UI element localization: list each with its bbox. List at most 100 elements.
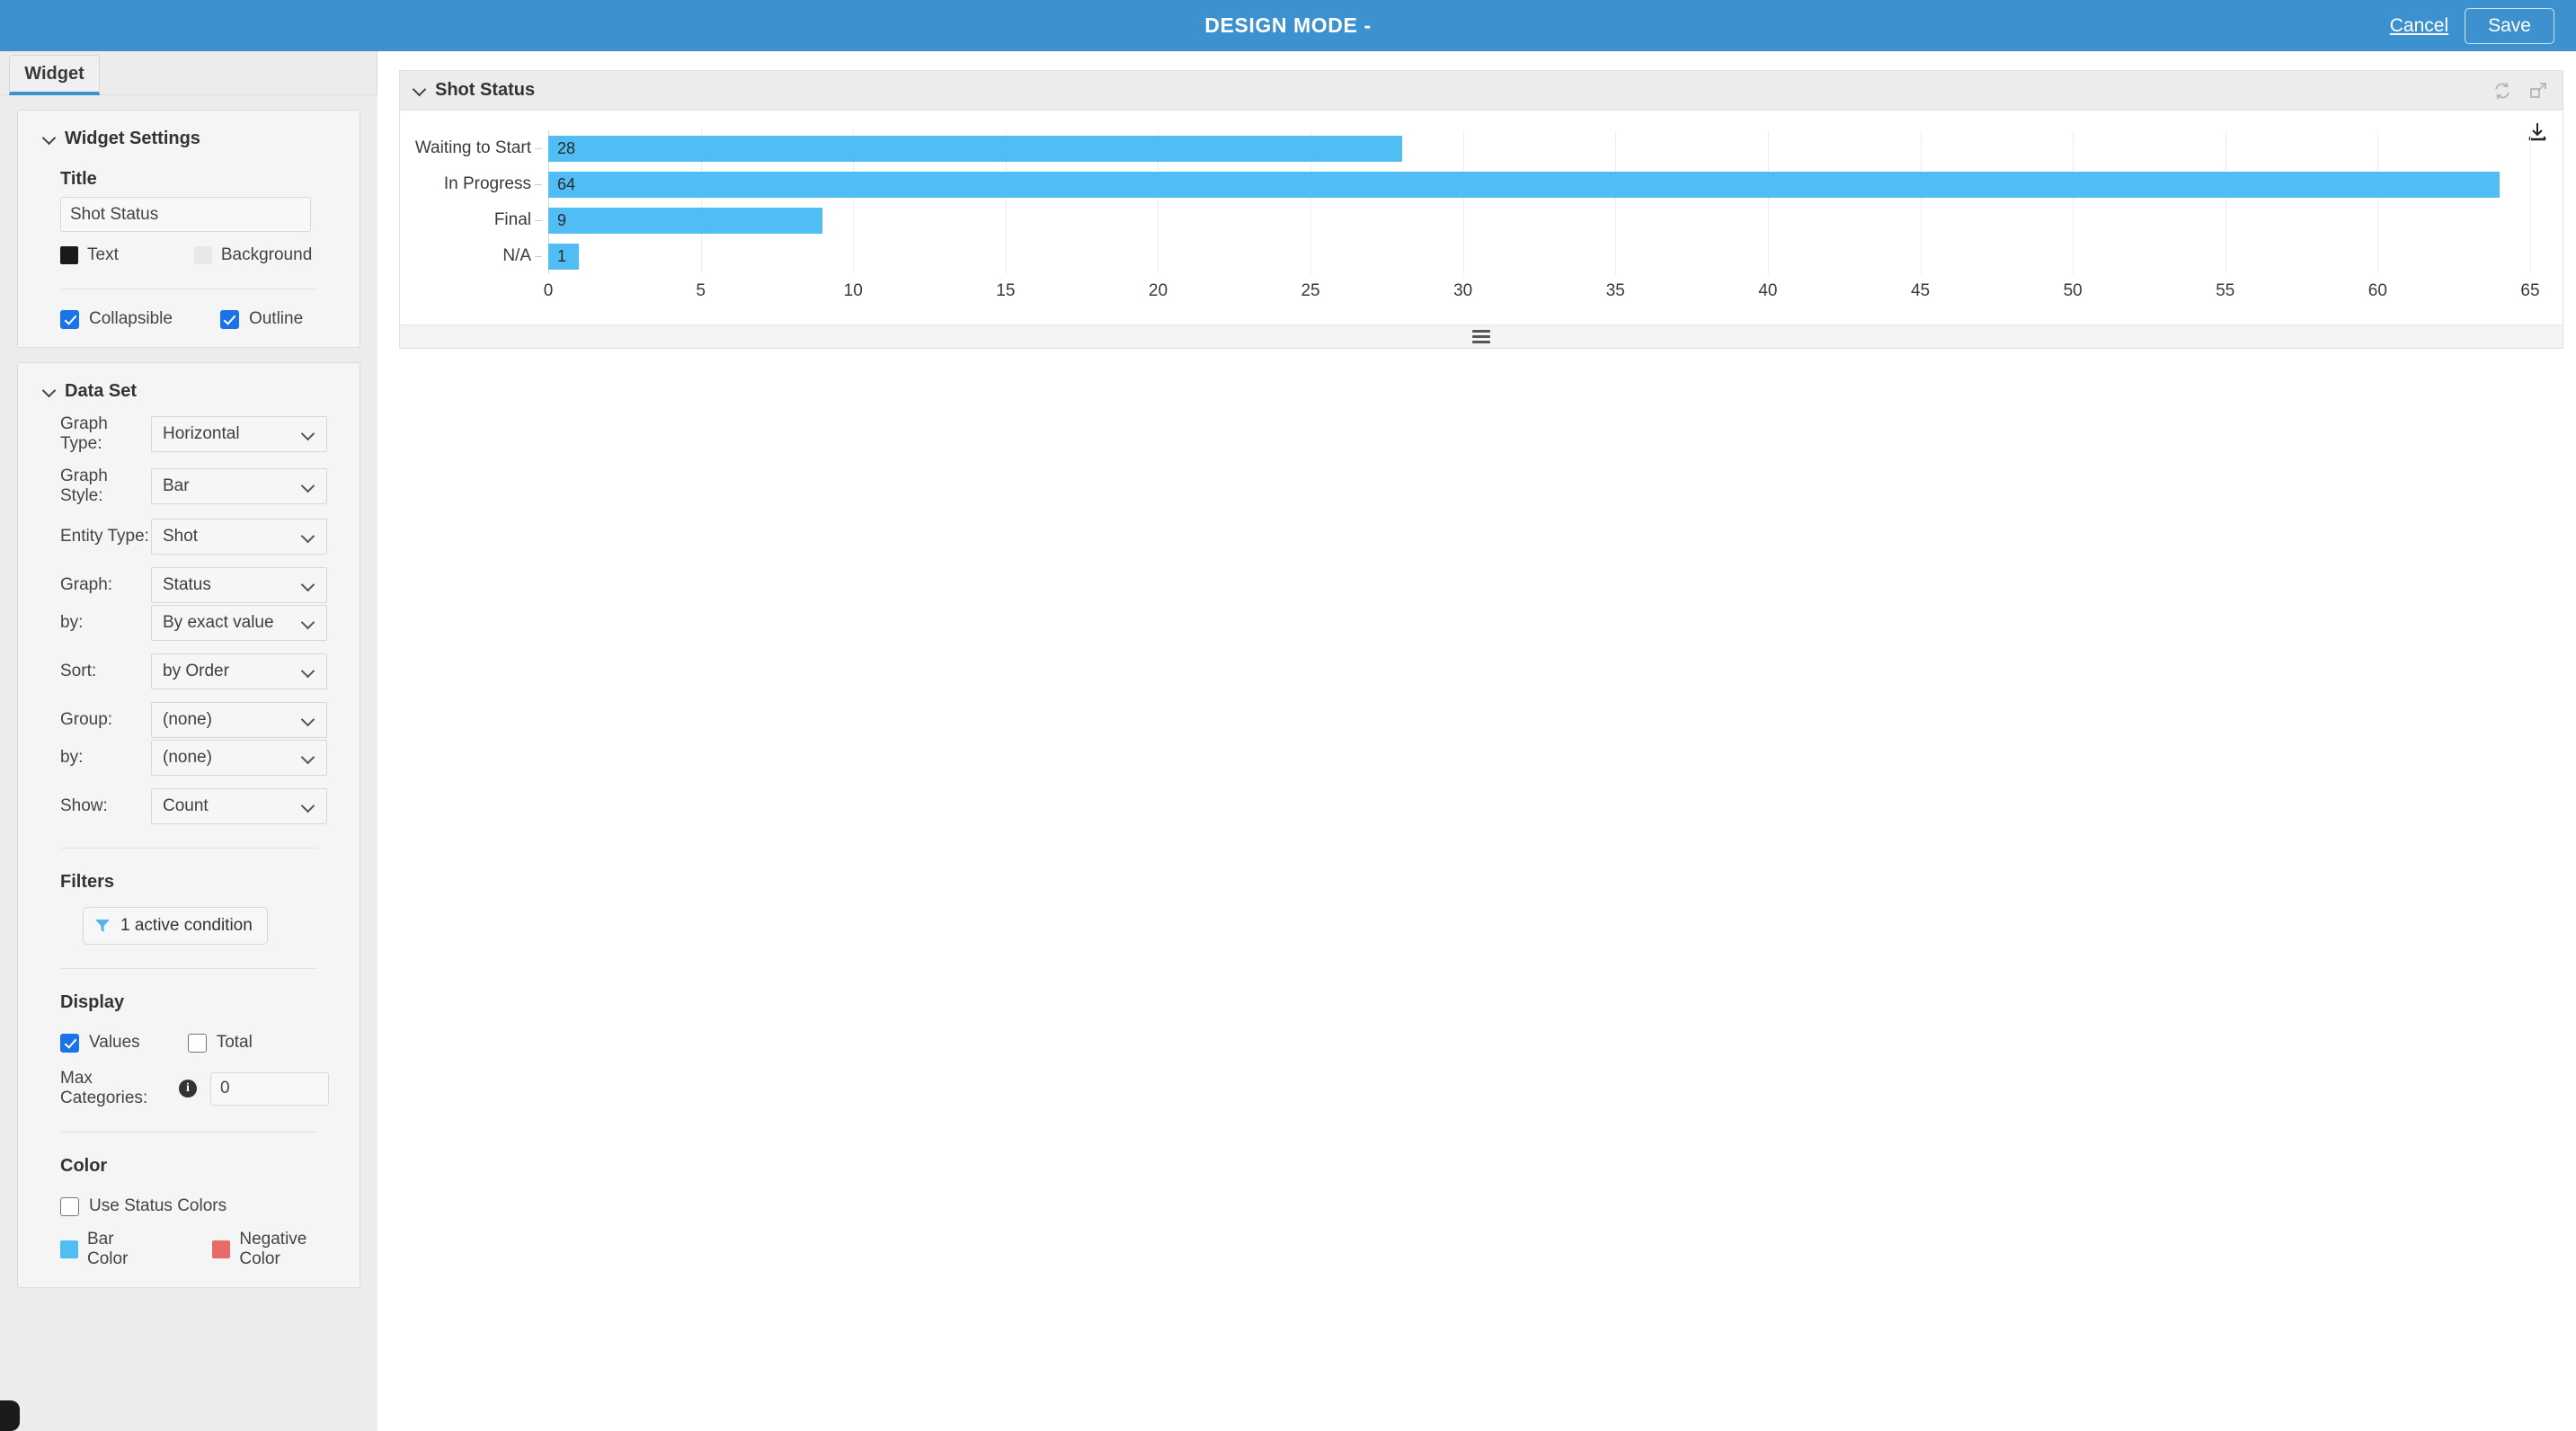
refresh-icon[interactable] (2492, 81, 2512, 101)
grid-line (2225, 130, 2226, 274)
divider (60, 968, 317, 969)
graph-by-row: by: By exact value (42, 605, 335, 641)
bar-color-swatch[interactable] (60, 1240, 78, 1258)
data-set-body: Graph Type: Horizontal Graph Style: Bar … (18, 414, 360, 1269)
entity-type-row: Entity Type: Shot (42, 519, 335, 555)
category-label: Waiting to Start (414, 138, 531, 157)
settings-sidebar: Widget Widget Settings Title Text Backgr… (0, 51, 378, 1431)
graph-row: Graph: Status (42, 567, 335, 603)
graph-value: Status (163, 575, 211, 594)
values-checkbox[interactable] (60, 1033, 79, 1053)
graph-type-row: Graph Type: Horizontal (42, 414, 335, 454)
widget-settings-body: Title Text Background Collapsible Outlin… (18, 169, 360, 329)
graph-by-label: by: (60, 613, 84, 632)
graph-select[interactable]: Status (151, 567, 327, 603)
sort-select[interactable]: by Order (151, 653, 327, 689)
data-set-title: Data Set (65, 381, 138, 401)
x-axis-tick-label: 35 (1605, 281, 1625, 300)
collapsible-checkbox[interactable] (60, 309, 79, 329)
save-button[interactable]: Save (2465, 7, 2554, 44)
group-row: Group: (none) (42, 702, 335, 738)
shot-status-widget: Shot Status Waiting to Start In Progress F… (399, 70, 2563, 349)
use-status-colors-label: Use Status Colors (89, 1196, 227, 1215)
bar-row[interactable]: 28 (548, 130, 1402, 166)
show-row: Show: Count (42, 788, 335, 824)
sort-row: Sort: by Order (42, 653, 335, 689)
group-select[interactable]: (none) (151, 702, 327, 738)
total-label: Total (216, 1033, 253, 1052)
bar-row[interactable]: 9 (548, 202, 823, 238)
text-color-label: Text (87, 245, 119, 264)
total-checkbox[interactable] (187, 1033, 207, 1053)
x-axis-tick-label: 40 (1758, 281, 1778, 300)
outline-label: Outline (248, 309, 304, 328)
bar[interactable]: 1 (548, 243, 579, 270)
graph-by-select[interactable]: By exact value (151, 605, 327, 641)
bar[interactable]: 28 (548, 135, 1402, 162)
entity-type-label: Entity Type: (60, 527, 149, 546)
scrollbar-thumb[interactable] (0, 1400, 20, 1431)
use-status-colors-checkbox[interactable] (60, 1196, 79, 1216)
divider (60, 848, 317, 849)
x-axis-tick-label: 30 (1453, 281, 1473, 300)
title-label: Title (60, 169, 97, 189)
category-tick (535, 220, 542, 221)
chevron-down-icon[interactable] (413, 83, 427, 97)
x-axis-tick-label: 0 (543, 281, 554, 300)
topbar-actions: Cancel Save (2390, 0, 2554, 51)
group-by-select[interactable]: (none) (151, 740, 327, 776)
negative-color-swatch[interactable] (212, 1240, 231, 1258)
max-categories-input[interactable] (210, 1071, 329, 1106)
tab-widget[interactable]: Widget (9, 55, 100, 95)
widget-title: Shot Status (435, 80, 536, 100)
show-select[interactable]: Count (151, 788, 327, 824)
use-status-colors-row: Use Status Colors (60, 1196, 335, 1216)
funnel-icon (95, 920, 110, 932)
filters-title: Filters (60, 872, 115, 892)
title-input[interactable] (60, 197, 311, 232)
resize-handle[interactable] (400, 324, 2563, 348)
values-label: Values (89, 1033, 140, 1052)
bar-value-label: 28 (557, 138, 576, 157)
info-icon[interactable]: i (179, 1080, 197, 1098)
negative-color-label: Negative Color (239, 1230, 307, 1268)
show-label: Show: (60, 796, 108, 815)
category-label: N/A (502, 246, 531, 265)
text-color-swatch[interactable] (60, 246, 78, 264)
grid-line (1767, 130, 1769, 274)
cancel-link[interactable]: Cancel (2390, 15, 2448, 37)
chevron-down-icon (300, 529, 315, 544)
x-axis-tick-label: 60 (2367, 281, 2387, 300)
group-by-row: by: (none) (42, 740, 335, 776)
bar-row[interactable]: 1 (548, 238, 579, 274)
bar-value-label: 9 (557, 210, 567, 229)
bar-value-label: 64 (557, 174, 576, 193)
expand-icon[interactable] (2528, 81, 2548, 101)
bar-row[interactable]: 64 (548, 166, 2500, 202)
active-condition-button[interactable]: 1 active condition (83, 907, 268, 945)
chevron-down-icon (300, 798, 315, 813)
graph-type-select[interactable]: Horizontal (151, 416, 327, 452)
x-axis-tick-label: 15 (996, 281, 1016, 300)
widget-header: Shot Status (400, 71, 2563, 111)
background-color-swatch[interactable] (193, 246, 212, 264)
x-axis-tick-label: 25 (1301, 281, 1320, 300)
widget-settings-header[interactable]: Widget Settings (18, 111, 360, 149)
graph-style-select[interactable]: Bar (151, 468, 327, 504)
background-color-label: Background (220, 245, 313, 264)
group-by-value: (none) (163, 748, 212, 767)
chevron-down-icon (300, 478, 315, 493)
sort-value: by Order (163, 662, 229, 680)
outline-checkbox[interactable] (219, 309, 239, 329)
bar-value-label: 1 (557, 246, 567, 265)
max-categories-label: Max Categories: (60, 1069, 148, 1107)
entity-type-select[interactable]: Shot (151, 519, 327, 555)
settings-scroll-area[interactable]: Widget Settings Title Text Background Co… (0, 95, 378, 1431)
data-set-header[interactable]: Data Set (18, 363, 360, 402)
group-value: (none) (163, 710, 212, 729)
bar[interactable]: 64 (548, 171, 2500, 198)
grid-line (1462, 130, 1464, 274)
divider (60, 1132, 317, 1133)
group-by-label: by: (60, 748, 84, 767)
bar[interactable]: 9 (548, 207, 823, 234)
